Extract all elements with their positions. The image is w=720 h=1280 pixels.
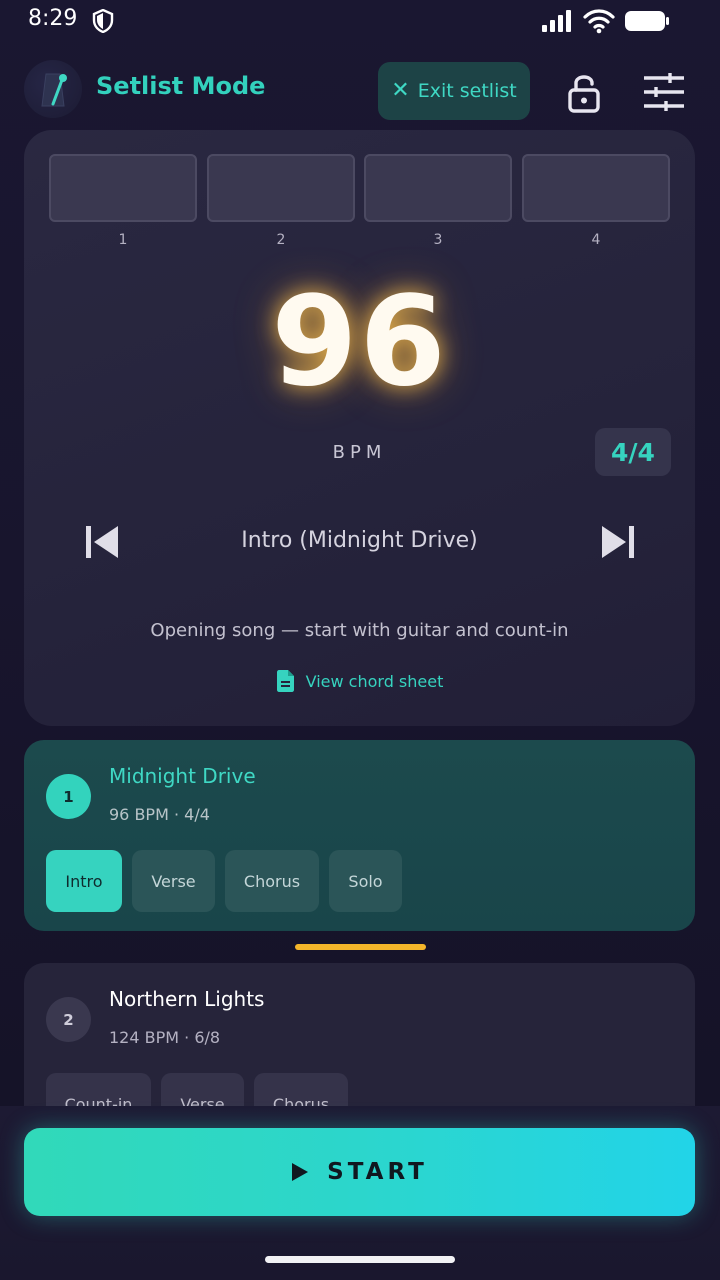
home-indicator[interactable] — [265, 1256, 455, 1263]
play-icon — [292, 1163, 309, 1181]
tempo-card: 1 2 3 4 96 BPM 4/4 Intro (Midnight Drive… — [24, 130, 695, 726]
start-label: START — [327, 1159, 428, 1185]
close-icon: ✕ — [391, 78, 410, 103]
skip-next-icon[interactable] — [598, 522, 638, 562]
current-section-name: Intro (Midnight Drive) — [241, 528, 478, 553]
time-signature-button[interactable]: 4/4 — [595, 428, 671, 476]
song-meta: 124 BPM · 6/8 — [109, 1028, 221, 1047]
section-chip-chorus[interactable]: Chorus — [225, 850, 319, 912]
song-card-midnight-drive[interactable]: 1 Midnight Drive 96 BPM · 4/4 Intro Vers… — [24, 740, 695, 931]
section-chip-intro[interactable]: Intro — [46, 850, 122, 912]
song-number-badge: 2 — [46, 997, 91, 1042]
lock-icon[interactable] — [564, 70, 604, 114]
shield-icon — [92, 9, 114, 33]
section-note: Opening song — start with guitar and cou… — [150, 620, 569, 641]
chord-link-label: View chord sheet — [305, 671, 444, 691]
status-time: 8:29 — [28, 6, 78, 31]
song-number-badge: 1 — [46, 774, 91, 819]
exit-setlist-label: Exit setlist — [417, 80, 517, 102]
beat-indicator-3 — [364, 154, 512, 222]
setlist-screen: 8:29 Setlist Mode ✕ Exit setlist 1 2 3 4… — [0, 0, 720, 1280]
view-chord-sheet-link[interactable]: View chord sheet — [24, 670, 695, 692]
battery-icon — [625, 11, 669, 31]
page-title: Setlist Mode — [96, 72, 266, 100]
app-header: Setlist Mode ✕ Exit setlist — [0, 56, 720, 128]
bpm-value[interactable]: 96 — [24, 270, 695, 414]
beat-number: 2 — [276, 232, 286, 248]
song-title: Northern Lights — [109, 987, 265, 1011]
beat-indicator-1 — [49, 154, 197, 222]
song-title: Midnight Drive — [109, 764, 256, 788]
beat-number: 3 — [433, 232, 443, 248]
metronome-icon — [24, 60, 82, 118]
tune-icon[interactable] — [642, 72, 686, 112]
start-button[interactable]: START — [24, 1128, 695, 1216]
beat-number: 4 — [591, 232, 601, 248]
song-meta: 96 BPM · 4/4 — [109, 805, 210, 824]
status-bar: 8:29 — [0, 0, 720, 44]
exit-setlist-button[interactable]: ✕ Exit setlist — [378, 62, 530, 120]
current-song-indicator — [295, 944, 426, 950]
wifi-icon — [583, 9, 615, 34]
document-icon — [276, 670, 294, 692]
signal-icon — [542, 10, 571, 32]
section-chip-solo[interactable]: Solo — [329, 850, 402, 912]
beat-indicator-4 — [522, 154, 670, 222]
section-chip-verse[interactable]: Verse — [132, 850, 215, 912]
beat-indicator-2 — [207, 154, 355, 222]
beat-number: 1 — [118, 232, 128, 248]
